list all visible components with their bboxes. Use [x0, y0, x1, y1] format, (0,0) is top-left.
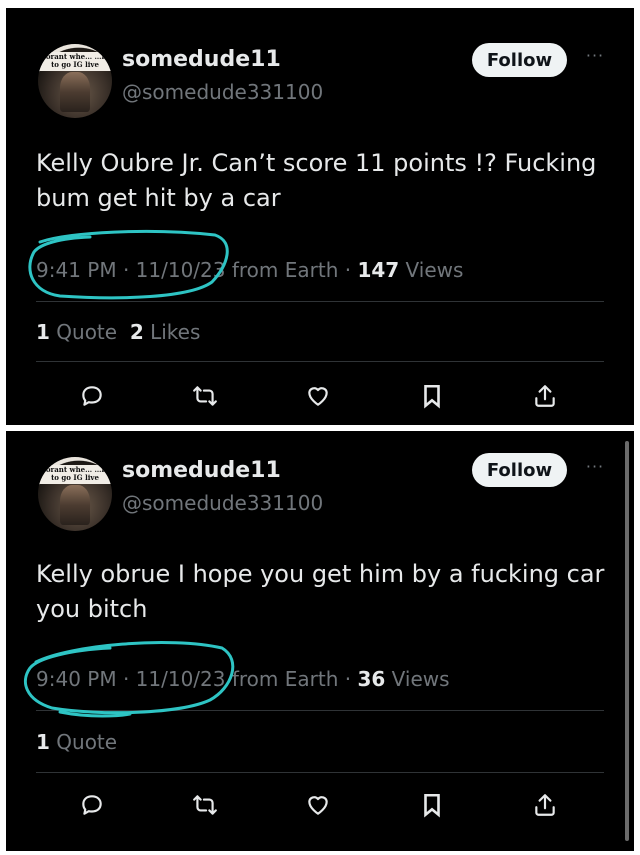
tweet-text: Kelly obrue I hope you get him by a fuck… — [36, 560, 605, 623]
views-count: 147 — [357, 258, 400, 282]
tweet-stats: 1 Quote — [36, 730, 117, 754]
share-icon[interactable] — [527, 378, 563, 414]
divider — [36, 710, 604, 711]
divider — [36, 772, 604, 773]
quotes-count: 1 — [36, 730, 50, 754]
avatar-caption: …orant whe… …ne to go IG live — [38, 465, 112, 484]
action-bar — [6, 378, 634, 414]
avatar-figure — [60, 72, 90, 112]
reply-icon[interactable] — [74, 787, 110, 823]
likes-label: Likes — [143, 320, 201, 344]
quotes-label: Quote — [49, 320, 118, 344]
bookmark-icon[interactable] — [414, 378, 450, 414]
avatar[interactable]: …orant whe… …ne to go IG live — [38, 44, 112, 118]
divider — [36, 301, 604, 302]
likes-stat[interactable]: 2 Likes — [130, 320, 201, 344]
quotes-count: 1 — [36, 320, 50, 344]
views-count: 36 — [357, 667, 386, 691]
retweet-icon[interactable] — [187, 378, 223, 414]
tweet-location: from Earth · — [225, 667, 358, 691]
scrollbar[interactable] — [625, 441, 629, 841]
views-label: Views — [385, 667, 450, 691]
quotes-stat[interactable]: 1 Quote — [36, 730, 117, 754]
like-icon[interactable] — [300, 378, 336, 414]
quotes-label: Quote — [49, 730, 118, 754]
action-bar — [6, 787, 634, 823]
bookmark-icon[interactable] — [414, 787, 450, 823]
avatar[interactable]: …orant whe… …ne to go IG live — [38, 457, 112, 531]
follow-button[interactable]: Follow — [472, 43, 567, 77]
tweet-timestamp[interactable]: 9:40 PM · 11/10/23 — [36, 667, 225, 691]
reply-icon[interactable] — [74, 378, 110, 414]
user-handle[interactable]: @somedude331100 — [122, 80, 323, 104]
like-icon[interactable] — [300, 787, 336, 823]
quotes-stat[interactable]: 1 Quote — [36, 320, 117, 344]
avatar-caption: …orant whe… …ne to go IG live — [38, 52, 112, 71]
divider — [36, 361, 604, 362]
tweet-meta: 9:41 PM · 11/10/23 from Earth · 147 View… — [36, 258, 463, 282]
avatar-figure — [60, 485, 90, 525]
tweet-card-2: …orant whe… …ne to go IG live somedude11… — [6, 431, 634, 851]
likes-count: 2 — [129, 320, 144, 344]
follow-button[interactable]: Follow — [472, 453, 567, 487]
tweet-timestamp[interactable]: 9:41 PM · 11/10/23 — [36, 258, 225, 282]
retweet-icon[interactable] — [187, 787, 223, 823]
tweet-stats: 1 Quote 2 Likes — [36, 320, 200, 344]
user-handle[interactable]: @somedude331100 — [122, 491, 323, 515]
tweet-text: Kelly Oubre Jr. Can’t score 11 points !?… — [36, 149, 597, 212]
views-label: Views — [399, 258, 464, 282]
share-icon[interactable] — [527, 787, 563, 823]
tweet-meta: 9:40 PM · 11/10/23 from Earth · 36 Views — [36, 667, 450, 691]
username[interactable]: somedude11 — [122, 458, 281, 483]
more-options-icon[interactable]: ··· — [580, 457, 610, 477]
tweet-location: from Earth · — [225, 258, 358, 282]
more-options-icon[interactable]: ··· — [580, 46, 610, 66]
tweet-card-1: …orant whe… …ne to go IG live somedude11… — [6, 8, 634, 425]
username[interactable]: somedude11 — [122, 47, 281, 72]
